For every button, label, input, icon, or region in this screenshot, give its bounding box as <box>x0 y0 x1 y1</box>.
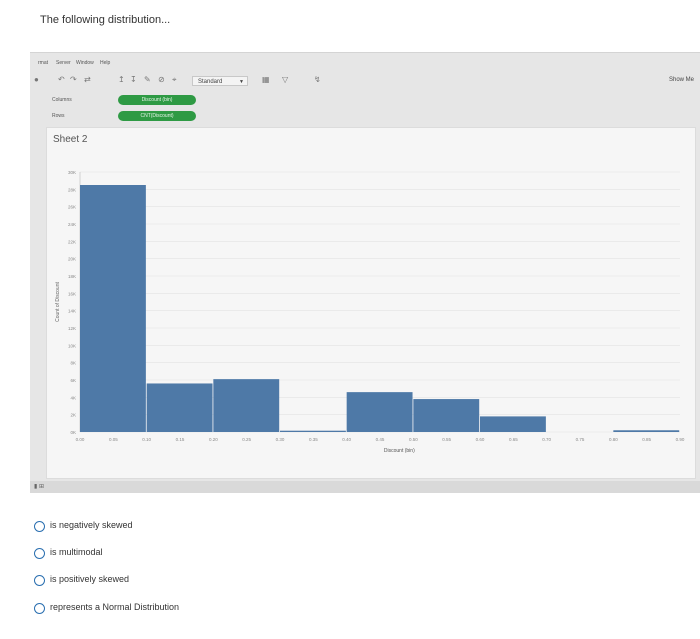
x-tick-label: 0.15 <box>176 437 185 442</box>
x-tick-label: 0.05 <box>109 437 118 442</box>
save-icon[interactable]: ● <box>34 75 39 85</box>
columns-shelf-label: Columns <box>52 97 72 103</box>
columns-shelf: Columns Discount (bin) <box>30 93 700 109</box>
y-tick-label: 12K <box>68 326 76 331</box>
y-tick-label: 14K <box>68 309 76 314</box>
x-tick-label: 0.85 <box>642 437 651 442</box>
histogram-bar <box>80 185 146 432</box>
columns-pill[interactable]: Discount (bin) <box>118 95 196 105</box>
y-axis-title: Count of Discount <box>55 282 61 322</box>
show-me-button[interactable]: Show Me <box>669 77 694 83</box>
y-tick-label: 28K <box>68 187 76 192</box>
show-me-label: Show Me <box>668 77 694 83</box>
menu-server[interactable]: Server <box>56 60 71 66</box>
fix-axes-icon[interactable]: ▦ <box>262 75 270 85</box>
radio-icon[interactable] <box>34 548 45 559</box>
chevron-down-icon: ▼ <box>239 79 244 85</box>
rows-pill[interactable]: CNT(Discount) <box>118 111 196 121</box>
histogram-bar <box>280 430 346 432</box>
y-tick-label: 2K <box>70 413 76 418</box>
x-tick-label: 0.00 <box>76 437 85 442</box>
y-tick-label: 26K <box>68 205 76 210</box>
y-tick-label: 0K <box>70 430 76 435</box>
highlight-icon[interactable]: ✎ <box>144 75 151 85</box>
option-label: is multimodal <box>50 547 103 557</box>
menu-help[interactable]: Help <box>100 60 110 66</box>
group-icon[interactable]: ⊘ <box>158 75 165 85</box>
undo-icon[interactable]: ↶ <box>58 75 65 85</box>
x-tick-label: 0.60 <box>476 437 485 442</box>
menu-bar: rmat Server Window Help <box>30 53 700 69</box>
option-label: is negatively skewed <box>50 520 133 530</box>
tableau-window: rmat Server Window Help ● ↶ ↷ ⇄ ↥ ↧ ✎ ⊘ … <box>30 52 700 493</box>
x-tick-label: 0.45 <box>376 437 385 442</box>
x-tick-label: 0.10 <box>142 437 151 442</box>
x-tick-label: 0.90 <box>676 437 685 442</box>
label-icon[interactable]: ⌖ <box>172 75 177 85</box>
question-title: The following distribution... <box>40 14 171 26</box>
y-tick-label: 8K <box>70 361 76 366</box>
sheet-canvas: Sheet 2 0K 2K 4K 6K 8K 10K 12K 14K 16K 18K 20K 22K 2… <box>46 127 696 479</box>
sheet-tab-icon[interactable]: ▮ ⊞ <box>34 483 44 490</box>
radio-icon[interactable] <box>34 603 45 614</box>
present-icon[interactable]: ▽ <box>282 75 288 85</box>
x-axis-title: Discount (bin) <box>384 448 415 454</box>
sort-ascending-icon[interactable]: ↥ <box>118 75 125 85</box>
histogram-bar <box>346 392 413 432</box>
x-tick-label: 0.35 <box>309 437 318 442</box>
y-tick-label: 6K <box>70 378 76 383</box>
histogram-bar <box>413 399 480 432</box>
histogram-bar <box>480 416 546 432</box>
option-label: is positively skewed <box>50 574 130 584</box>
x-tick-label: 0.80 <box>609 437 618 442</box>
y-tick-label: 16K <box>68 291 76 296</box>
y-tick-label: 22K <box>68 239 76 244</box>
share-icon[interactable]: ↯ <box>314 75 321 85</box>
menu-window[interactable]: Window <box>76 60 94 66</box>
sort-descending-icon[interactable]: ↧ <box>130 75 137 85</box>
rows-shelf-label: Rows <box>52 113 65 119</box>
histogram-bar <box>146 383 213 432</box>
mark-type-select[interactable]: Standard ▼ <box>192 76 248 86</box>
x-tick-label: 0.30 <box>276 437 285 442</box>
histogram-bar <box>613 430 680 432</box>
x-tick-label: 0.20 <box>209 437 218 442</box>
toolbar: ● ↶ ↷ ⇄ ↥ ↧ ✎ ⊘ ⌖ Standard ▼ ▦ ▽ ↯ Show … <box>30 71 700 91</box>
y-tick-label: 18K <box>68 274 76 279</box>
redo-icon[interactable]: ↷ <box>70 75 77 85</box>
sheet-tab-strip: ▮ ⊞ <box>30 481 700 493</box>
histogram-bar <box>213 379 280 432</box>
x-tick-label: 0.70 <box>542 437 551 442</box>
swap-icon[interactable]: ⇄ <box>84 75 91 85</box>
y-tick-label: 10K <box>68 343 76 348</box>
x-tick-label: 0.65 <box>509 437 518 442</box>
x-tick-label: 0.75 <box>576 437 585 442</box>
y-tick-label: 4K <box>70 395 76 400</box>
x-tick-label: 0.25 <box>242 437 251 442</box>
y-tick-label: 20K <box>68 257 76 262</box>
x-tick-label: 0.50 <box>409 437 418 442</box>
menu-format[interactable]: rmat <box>38 60 48 66</box>
radio-icon[interactable] <box>34 575 45 586</box>
histogram-chart: 0K 2K 4K 6K 8K 10K 12K 14K 16K 18K 20K 22K 24K 26K 28K… <box>55 170 685 454</box>
y-tick-label: 24K <box>68 222 76 227</box>
y-tick-label: 30K <box>68 170 76 175</box>
x-tick-label: 0.40 <box>342 437 351 442</box>
x-tick-label: 0.55 <box>442 437 451 442</box>
mark-type-value: Standard <box>198 79 223 85</box>
rows-shelf: Rows CNT(Discount) <box>30 109 700 125</box>
radio-icon[interactable] <box>34 521 45 532</box>
option-label: represents a Normal Distribution <box>50 602 180 612</box>
